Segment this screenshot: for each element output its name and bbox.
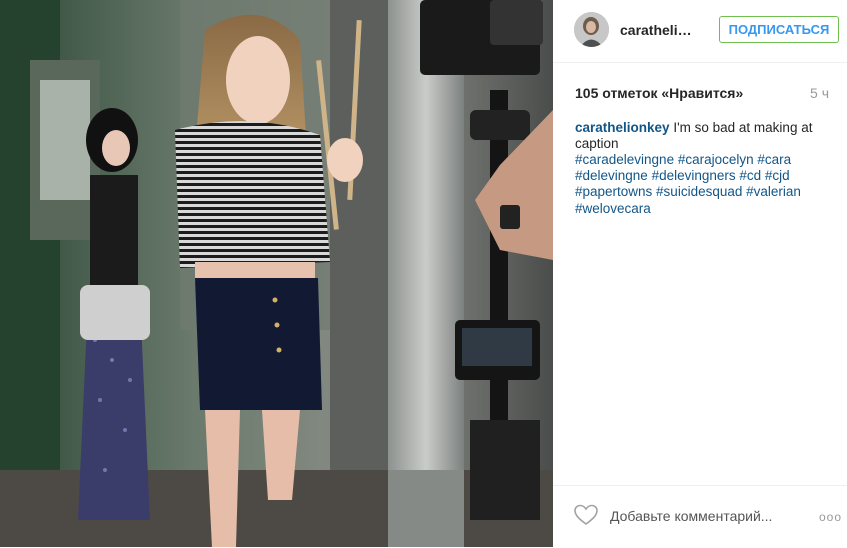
caption: carathelionkey I'm so bad at making at c… bbox=[575, 120, 825, 152]
hashtags: #caradelevingne #carajocelyn #cara #dele… bbox=[575, 152, 837, 217]
hashtag-line[interactable]: #delevingne #delevingners #cd #cjd bbox=[575, 168, 837, 184]
post-photo-illustration bbox=[0, 0, 553, 547]
comment-input[interactable]: Добавьте комментарий... bbox=[610, 508, 772, 524]
avatar[interactable] bbox=[574, 12, 609, 47]
more-options-icon[interactable]: ooo bbox=[819, 510, 842, 524]
post-timestamp[interactable]: 5 ч bbox=[810, 85, 829, 101]
post-side-panel: carathelion... ПОДПИСАТЬСЯ 105 отметок «… bbox=[553, 0, 847, 547]
avatar-image bbox=[574, 12, 609, 47]
hashtag-line[interactable]: #welovecara bbox=[575, 201, 837, 217]
heart-outline bbox=[574, 504, 598, 525]
hashtag-line[interactable]: #papertowns #suicidesquad #valerian bbox=[575, 184, 837, 200]
username-link[interactable]: carathelion... bbox=[620, 22, 700, 38]
heart-icon[interactable] bbox=[573, 503, 599, 527]
post-header: carathelion... ПОДПИСАТЬСЯ bbox=[553, 0, 847, 63]
follow-button[interactable]: ПОДПИСАТЬСЯ bbox=[719, 16, 839, 43]
post-photo[interactable] bbox=[0, 0, 553, 547]
post-actions: Добавьте комментарий... ooo bbox=[553, 485, 847, 548]
caption-author-link[interactable]: carathelionkey bbox=[575, 120, 670, 135]
likes-count[interactable]: 105 отметок «Нравится» bbox=[575, 85, 743, 101]
hashtag-line[interactable]: #caradelevingne #carajocelyn #cara bbox=[575, 152, 837, 168]
